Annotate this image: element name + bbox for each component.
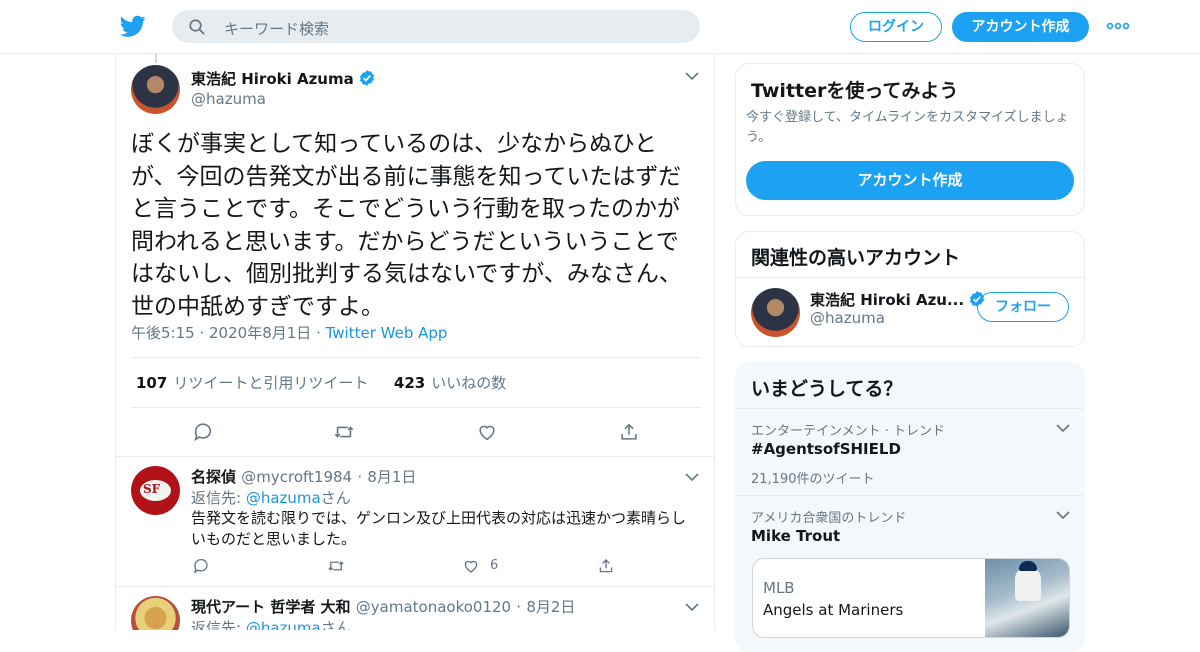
reply-icon[interactable] [192, 421, 214, 443]
card-subtitle: 今すぐ登録して、タイムラインをカスタマイズしましょう。 [746, 110, 1069, 145]
reply-avatar[interactable]: SF [131, 466, 180, 515]
like-count: 6 [490, 558, 499, 573]
tweet-source-link[interactable]: Twitter Web App [326, 324, 448, 342]
trend-item[interactable]: エンターテインメント · トレンド #AgentsofSHIELD 21,190… [736, 408, 1084, 495]
try-twitter-card: Twitterを使ってみよう 今すぐ登録して、タイムラインをカスタマイズしましょ… [735, 63, 1085, 216]
likes-stat[interactable]: 423 いいねの数 [394, 374, 506, 392]
reply-author-name[interactable]: 名探偵 [191, 468, 236, 486]
top-navigation-bar: キーワード検索 ログイン アカウント作成 [0, 0, 1200, 54]
retweets-count: 107 [136, 374, 168, 392]
chevron-down-icon[interactable] [684, 469, 700, 485]
retweets-label: リツイートと引用リツイート [173, 374, 369, 392]
retweet-icon[interactable] [333, 421, 355, 443]
related-account-avatar[interactable] [751, 288, 800, 337]
chevron-down-icon[interactable] [684, 599, 700, 615]
author-handle[interactable]: @hazuma [191, 90, 266, 108]
reply-text: 告発文を読む限りでは、ゲンロン及び上田代表の対応は迅速かつ素晴らしいものだと思い… [191, 509, 687, 548]
player-figure [1015, 567, 1041, 601]
reply-author-handle[interactable]: @mycroft1984 [241, 468, 352, 486]
twitter-logo-icon[interactable] [120, 13, 146, 39]
divider [116, 586, 714, 587]
event-title[interactable]: Angels at Mariners [763, 601, 903, 619]
trend-name[interactable]: Mike Trout [751, 527, 840, 545]
thread-connector-line [155, 54, 157, 63]
signup-button[interactable]: アカウント作成 [952, 12, 1089, 42]
reply-avatar[interactable] [131, 596, 180, 630]
reply-author-handle[interactable]: @yamatonaoko0120 [356, 598, 511, 616]
mlb-event-card[interactable]: MLB Angels at Mariners [752, 558, 1070, 638]
chevron-down-icon[interactable] [684, 68, 700, 84]
reply-to-suffix: さん [320, 619, 351, 630]
search-placeholder[interactable]: キーワード検索 [224, 18, 329, 39]
trend-context: アメリカ合衆国のトレンド [751, 511, 907, 526]
divider [736, 277, 1084, 278]
tweet-text: ぼくが事実として知っているのは、少なからぬひとが、今回の告発文が出る前に事態を知… [131, 131, 682, 320]
reply-to-line: 返信先: @hazumaさん [191, 617, 351, 630]
author-avatar[interactable] [131, 65, 180, 114]
reply-to-prefix: 返信先: [191, 619, 242, 630]
search-icon [189, 19, 205, 35]
reply-to-mention[interactable]: @hazuma [246, 619, 321, 630]
tweet-stats: 107 リツイートと引用リツイート 423 いいねの数 [136, 372, 506, 393]
reply-header: 名探偵 @mycroft1984 · 8月1日 [191, 466, 416, 487]
trend-name[interactable]: #AgentsofSHIELD [751, 440, 901, 458]
separator-dot: · [357, 468, 363, 486]
separator-dot: · [316, 324, 326, 342]
main-tweet-column: 東浩紀 Hiroki Azuma @hazuma ぼくが事実として知っているのは… [115, 54, 715, 630]
divider [131, 407, 701, 408]
like-icon[interactable] [462, 557, 480, 575]
card-title: いまどうしてる？ [751, 378, 903, 400]
signup-button[interactable]: アカウント作成 [746, 161, 1074, 200]
reply-to-line: 返信先: @hazumaさん [191, 487, 351, 508]
author-name-row[interactable]: 東浩紀 Hiroki Azuma [191, 68, 376, 89]
trend-context: エンターテインメント · トレンド [751, 424, 946, 439]
reply-to-prefix: 返信先: [191, 489, 242, 507]
login-button[interactable]: ログイン [850, 12, 942, 42]
event-thumbnail-image [985, 559, 1069, 637]
divider [116, 456, 714, 457]
chevron-down-icon[interactable] [1055, 507, 1071, 523]
reply-date[interactable]: 8月2日 [526, 598, 575, 616]
reply-to-suffix: さん [320, 489, 351, 507]
reply-to-mention[interactable]: @hazuma [246, 489, 321, 507]
search-box[interactable]: キーワード検索 [172, 10, 700, 43]
reply-date[interactable]: 8月1日 [367, 468, 416, 486]
likes-count: 423 [393, 374, 426, 392]
author-name[interactable]: 東浩紀 Hiroki Azuma [191, 70, 354, 88]
retweets-stat[interactable]: 107 リツイートと引用リツイート [136, 374, 368, 392]
event-league-label: MLB [763, 579, 795, 597]
related-account-name[interactable]: 東浩紀 Hiroki Azu... [810, 291, 964, 309]
divider [131, 357, 701, 358]
follow-button[interactable]: フォロー [977, 292, 1069, 322]
reply-author-name[interactable]: 現代アート 哲学者 大和 [191, 598, 351, 616]
related-accounts-card: 関連性の高いアカウント 東浩紀 Hiroki Azu... @hazuma フォ… [735, 231, 1085, 347]
chevron-down-icon[interactable] [1055, 420, 1071, 436]
related-account-handle[interactable]: @hazuma [810, 309, 885, 327]
card-title: 関連性の高いアカウント [751, 247, 961, 269]
more-options-icon[interactable] [1106, 18, 1130, 34]
card-title: Twitterを使ってみよう [751, 80, 959, 102]
like-icon[interactable] [476, 421, 498, 443]
player-cap [1019, 561, 1037, 571]
related-account-name-row[interactable]: 東浩紀 Hiroki Azu... [810, 289, 986, 310]
trends-card: いまどうしてる？ エンターテインメント · トレンド #AgentsofSHIE… [735, 362, 1085, 652]
share-icon[interactable] [597, 557, 615, 575]
retweet-icon[interactable] [327, 557, 345, 575]
separator-dot: · [199, 324, 210, 342]
likes-label: いいねの数 [431, 374, 507, 392]
tweet-time[interactable]: 午後5:15 [131, 324, 195, 342]
verified-badge-icon [359, 70, 374, 86]
avatar-logo-text: SF [143, 482, 161, 496]
tweet-meta: 午後5:15 · 2020年8月1日 · Twitter Web App [131, 322, 447, 343]
reply-header: 現代アート 哲学者 大和 @yamatonaoko0120 · 8月2日 [191, 596, 575, 617]
trend-tweet-count: 21,190件のツイート [751, 472, 875, 487]
reply-icon[interactable] [192, 557, 210, 575]
tweet-date[interactable]: 2020年8月1日 [209, 324, 311, 342]
separator-dot: · [516, 598, 522, 616]
share-icon[interactable] [618, 421, 640, 443]
